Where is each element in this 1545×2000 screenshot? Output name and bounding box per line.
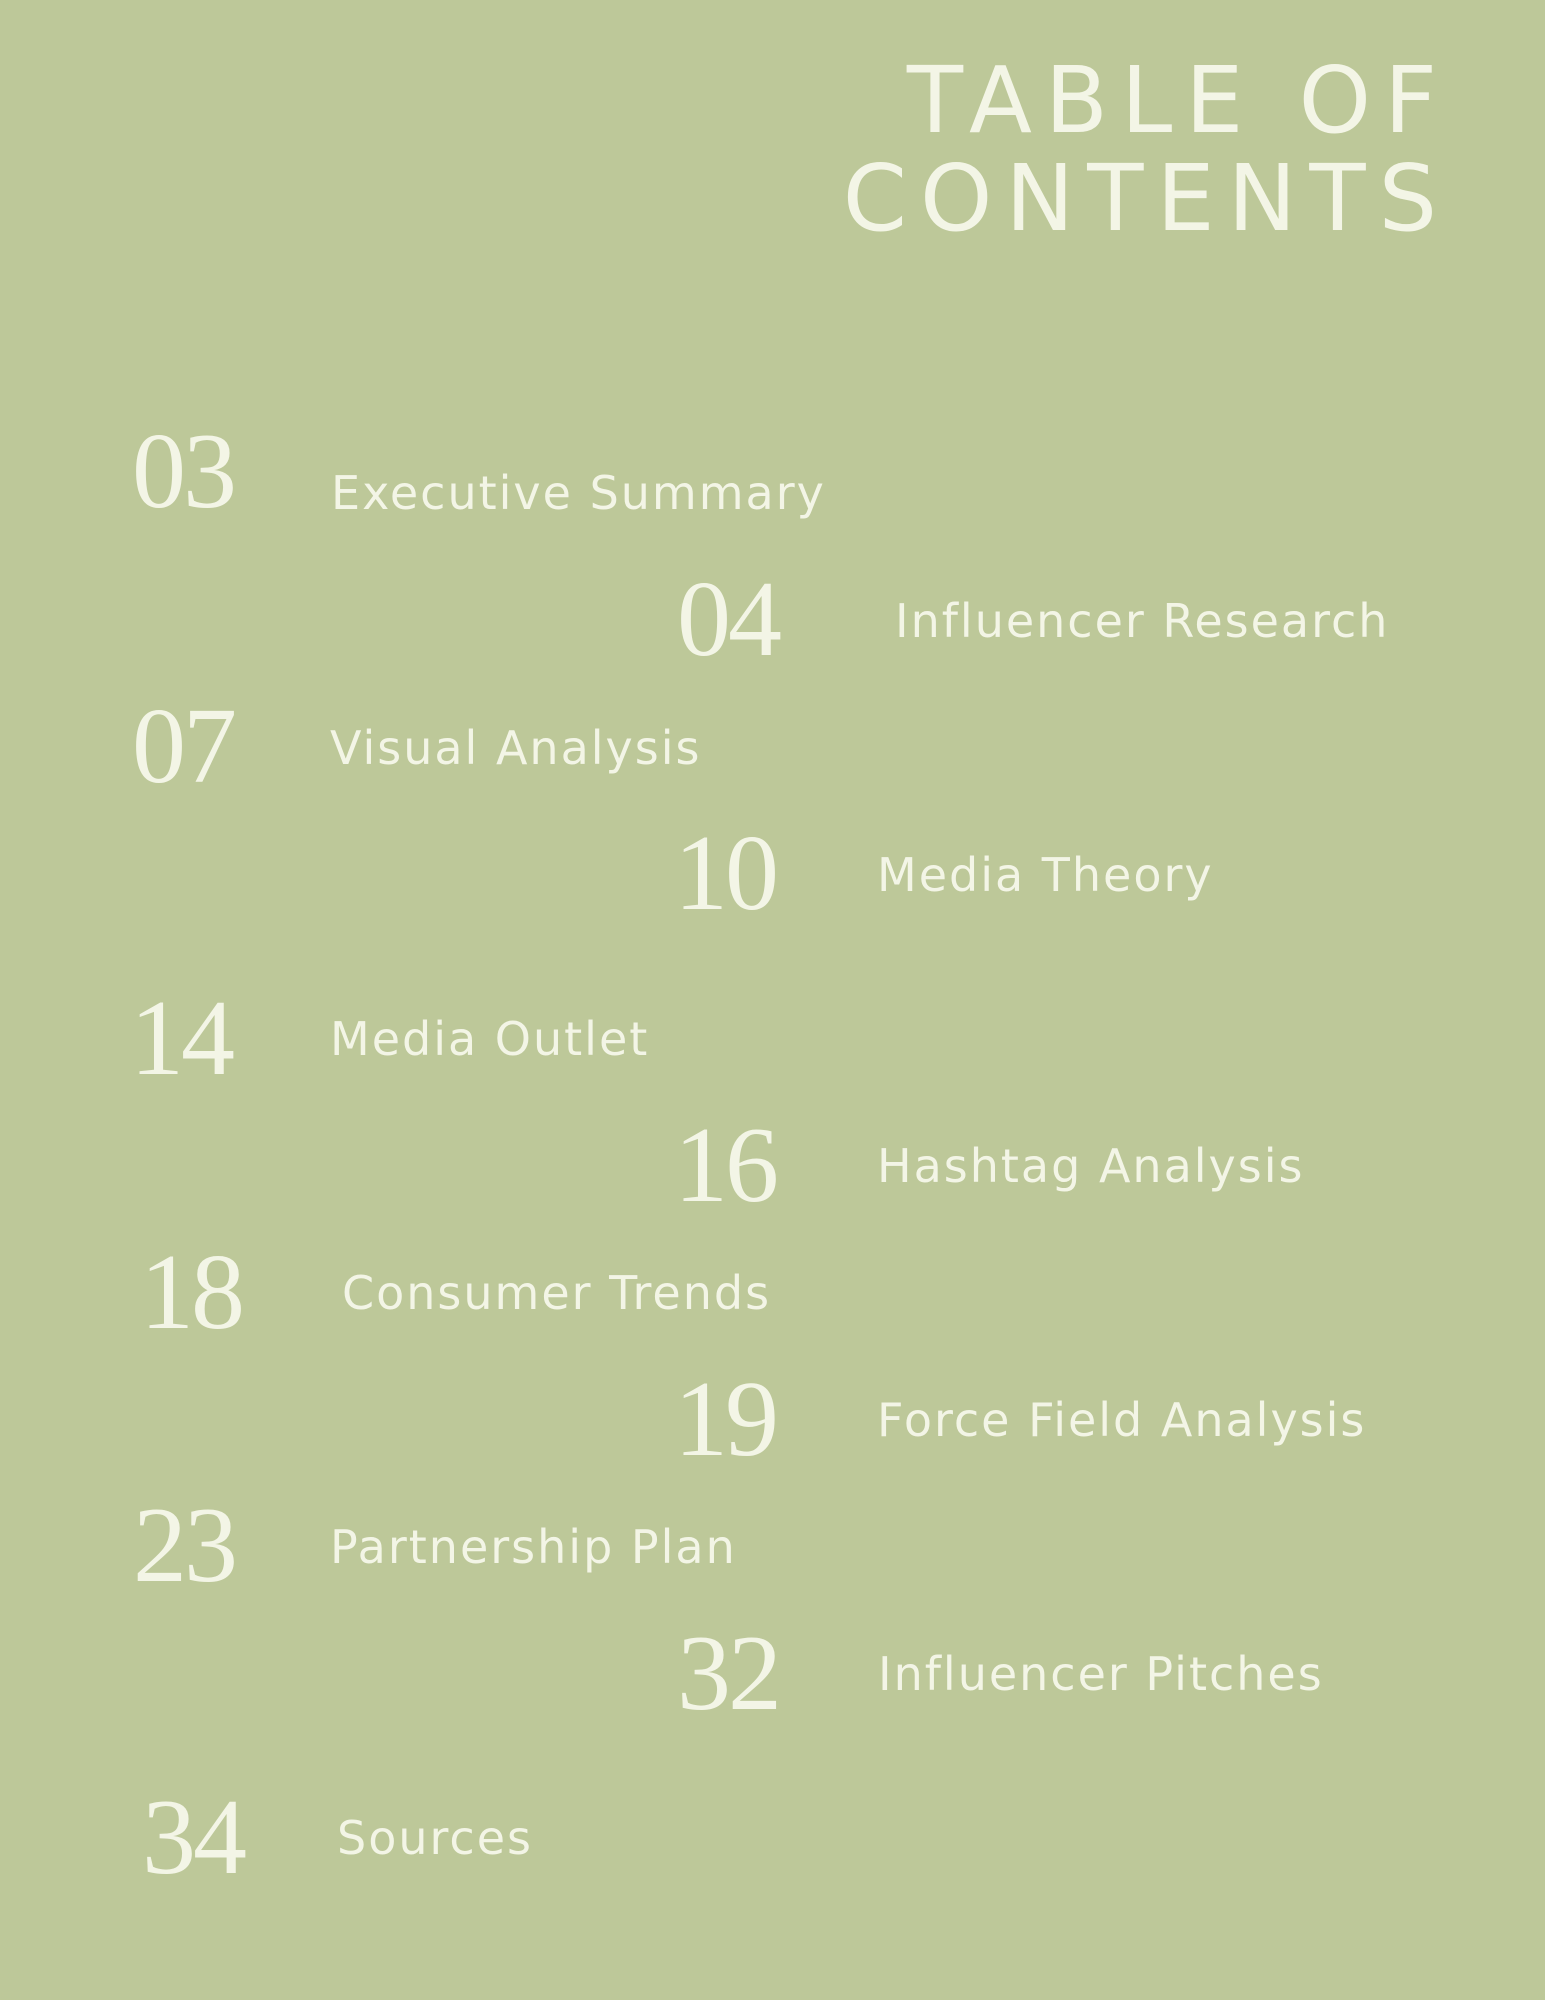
- toc-page-number: 34: [142, 1778, 247, 1897]
- toc-page-number: 03: [132, 412, 237, 531]
- page-title-line-2: CONTENTS: [842, 145, 1450, 252]
- toc-page-number: 18: [140, 1233, 245, 1352]
- toc-page-number: 10: [674, 814, 779, 933]
- toc-page-number: 04: [677, 560, 782, 679]
- toc-label: Hashtag Analysis: [877, 1139, 1305, 1193]
- toc-label: Media Theory: [877, 848, 1214, 902]
- toc-page-number: 14: [130, 979, 235, 1098]
- toc-page-number: 32: [677, 1614, 782, 1733]
- page-title: TABLE OF CONTENTS: [843, 52, 1450, 248]
- toc-label: Influencer Pitches: [878, 1647, 1324, 1701]
- page-title-line-1: TABLE OF: [906, 47, 1450, 154]
- toc-label: Sources: [337, 1811, 533, 1865]
- toc-page-number: 23: [133, 1486, 238, 1605]
- toc-label: Executive Summary: [331, 466, 826, 520]
- toc-label: Influencer Research: [895, 594, 1390, 648]
- toc-label: Force Field Analysis: [877, 1393, 1367, 1447]
- toc-page-number: 16: [674, 1106, 779, 1225]
- toc-label: Consumer Trends: [342, 1266, 772, 1320]
- toc-page-number: 19: [674, 1360, 779, 1479]
- toc-label: Partnership Plan: [330, 1520, 737, 1574]
- toc-label: Media Outlet: [330, 1012, 650, 1066]
- toc-label: Visual Analysis: [330, 721, 702, 775]
- toc-page-number: 07: [132, 687, 237, 806]
